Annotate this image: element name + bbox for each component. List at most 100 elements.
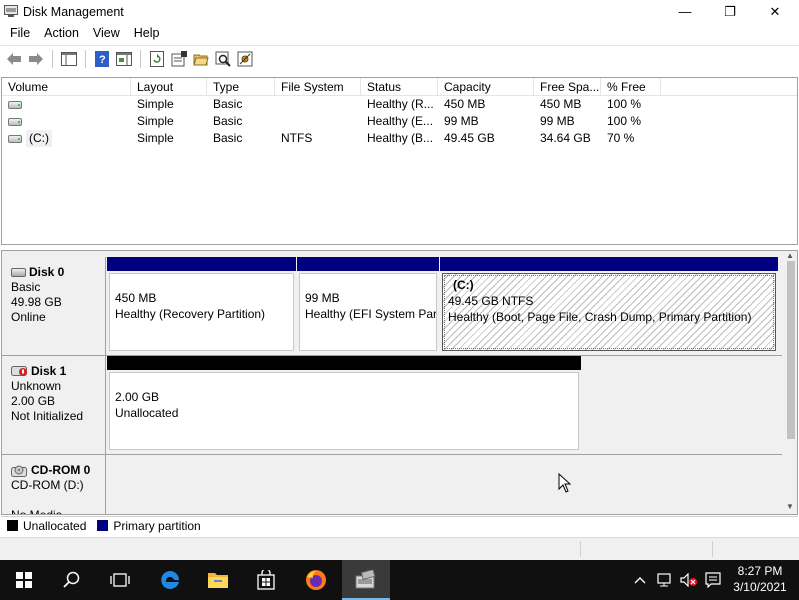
scroll-up-icon[interactable]: ▲: [786, 251, 794, 260]
window-title: Disk Management: [23, 5, 124, 19]
store-button[interactable]: [242, 560, 290, 600]
unallocated-bar: [107, 356, 581, 370]
toolbar-separator: [140, 50, 141, 68]
column-percent-free[interactable]: % Free: [601, 78, 661, 96]
cdrom-0-label[interactable]: CD-ROM 0 CD-ROM (D:) No Media: [2, 455, 106, 514]
table-row[interactable]: Simple Basic Healthy (R... 450 MB 450 MB…: [2, 96, 797, 113]
open-folder-icon: [193, 54, 209, 66]
task-view-icon: [110, 573, 130, 587]
volume-drive-icon: [8, 134, 22, 143]
refresh-button[interactable]: [147, 49, 167, 69]
partition-size: 2.00 GB: [115, 390, 160, 404]
maximize-icon: ❐: [724, 3, 736, 19]
volume-button[interactable]: [678, 560, 700, 600]
show-hidden-icons-button[interactable]: [630, 560, 650, 600]
network-button[interactable]: [654, 560, 676, 600]
edge-icon: [161, 571, 179, 589]
help-button[interactable]: ?: [92, 49, 112, 69]
column-capacity[interactable]: Capacity: [438, 78, 534, 96]
partition-c-drive[interactable]: (C:) 49.45 GB NTFS Healthy (Boot, Page F…: [440, 257, 778, 355]
volume-file-system: NTFS: [281, 131, 313, 145]
menu-file[interactable]: File: [3, 23, 37, 44]
console-tree-icon: [61, 52, 77, 66]
svg-text:?: ?: [99, 54, 106, 66]
column-type[interactable]: Type: [207, 78, 275, 96]
menu-action[interactable]: Action: [37, 23, 86, 44]
back-button[interactable]: [4, 49, 24, 69]
toolbar: ?: [0, 45, 799, 72]
open-button[interactable]: [191, 49, 211, 69]
disk-type: Basic: [11, 280, 41, 294]
partition-status: Unallocated: [115, 406, 179, 420]
hard-disk-icon: [11, 268, 26, 277]
column-layout[interactable]: Layout: [131, 78, 207, 96]
chevron-up-icon: [634, 577, 646, 584]
forward-button[interactable]: [26, 49, 46, 69]
firefox-button[interactable]: [292, 560, 340, 600]
uninitialized-disk-icon: [11, 366, 27, 376]
start-button[interactable]: [0, 560, 48, 600]
find-button[interactable]: [213, 49, 233, 69]
minimize-icon: —: [678, 4, 692, 19]
disk-state: Not Initialized: [11, 409, 84, 423]
properties-button[interactable]: [169, 49, 189, 69]
title-bar: Disk Management — ❐ ✕: [0, 0, 799, 23]
volume-capacity: 99 MB: [444, 114, 479, 128]
clock-time: 8:27 PM: [737, 564, 783, 578]
disk-1-label[interactable]: Disk 1 Unknown 2.00 GB Not Initialized: [2, 356, 106, 454]
partition-size: 450 MB: [115, 291, 157, 305]
partition-title: (C:): [453, 278, 474, 292]
column-volume[interactable]: Volume: [2, 78, 131, 96]
menu-view[interactable]: View: [86, 23, 127, 44]
toolbar-separator: [52, 50, 53, 68]
primary-partition-bar: [107, 257, 296, 271]
scrollbar-thumb[interactable]: [787, 261, 795, 439]
disk-size: 49.98 GB: [11, 295, 62, 309]
show-action-pane-button[interactable]: [114, 49, 134, 69]
volume-capacity: 49.45 GB: [444, 131, 495, 145]
partition-unallocated[interactable]: 2.00 GB Unallocated: [107, 356, 581, 454]
disk-0-label[interactable]: Disk 0 Basic 49.98 GB Online: [2, 257, 106, 355]
action-center-button[interactable]: [702, 560, 724, 600]
primary-partition-bar: [440, 257, 778, 271]
column-free-space[interactable]: Free Spa...: [534, 78, 601, 96]
edge-button[interactable]: [146, 560, 194, 600]
vertical-scrollbar[interactable]: ▲ ▼: [783, 251, 797, 514]
legend-primary-swatch: [97, 520, 109, 531]
back-arrow-icon: [7, 53, 21, 65]
partition-body: (C:) 49.45 GB NTFS Healthy (Boot, Page F…: [442, 273, 776, 351]
volume-percent-free: 100 %: [607, 114, 642, 128]
refresh-icon: [150, 51, 164, 67]
partition-status: Healthy (EFI System Part: [305, 307, 437, 321]
disk-0-row: Disk 0 Basic 49.98 GB Online 450 MB Heal…: [2, 257, 782, 356]
forward-arrow-icon: [29, 53, 43, 65]
volume-free-space: 34.64 GB: [540, 131, 591, 145]
scroll-down-icon[interactable]: ▼: [786, 502, 794, 511]
volume-list-header: Volume Layout Type File System Status Ca…: [2, 78, 797, 96]
partition-size: 49.45 GB NTFS: [448, 294, 534, 308]
task-view-button[interactable]: [96, 560, 144, 600]
table-row[interactable]: Simple Basic Healthy (E... 99 MB 99 MB 1…: [2, 113, 797, 130]
column-status[interactable]: Status: [361, 78, 438, 96]
column-file-system[interactable]: File System: [275, 78, 361, 96]
table-row[interactable]: (C:) Simple Basic NTFS Healthy (B... 49.…: [2, 130, 797, 147]
file-explorer-button[interactable]: [194, 560, 242, 600]
disk-1-row: Disk 1 Unknown 2.00 GB Not Initialized 2…: [2, 356, 782, 455]
close-button[interactable]: ✕: [752, 0, 798, 23]
minimize-button[interactable]: —: [662, 0, 708, 23]
disk-management-taskbar-button[interactable]: [342, 560, 390, 600]
start-icon: [16, 572, 32, 588]
clock-date: 3/10/2021: [733, 580, 787, 594]
partition-recovery[interactable]: 450 MB Healthy (Recovery Partition): [107, 257, 296, 355]
legend-primary-label: Primary partition: [113, 518, 201, 533]
maximize-button[interactable]: ❐: [707, 0, 753, 23]
partition-efi[interactable]: 99 MB Healthy (EFI System Part: [297, 257, 439, 355]
show-console-tree-button[interactable]: [59, 49, 79, 69]
search-icon: [63, 571, 80, 588]
menu-help[interactable]: Help: [127, 23, 167, 44]
search-button[interactable]: [48, 560, 96, 600]
clock[interactable]: 8:27 PM 3/10/2021: [727, 563, 793, 595]
volume-layout: Simple: [137, 97, 174, 111]
settings-button[interactable]: [235, 49, 255, 69]
network-icon: [657, 573, 671, 587]
